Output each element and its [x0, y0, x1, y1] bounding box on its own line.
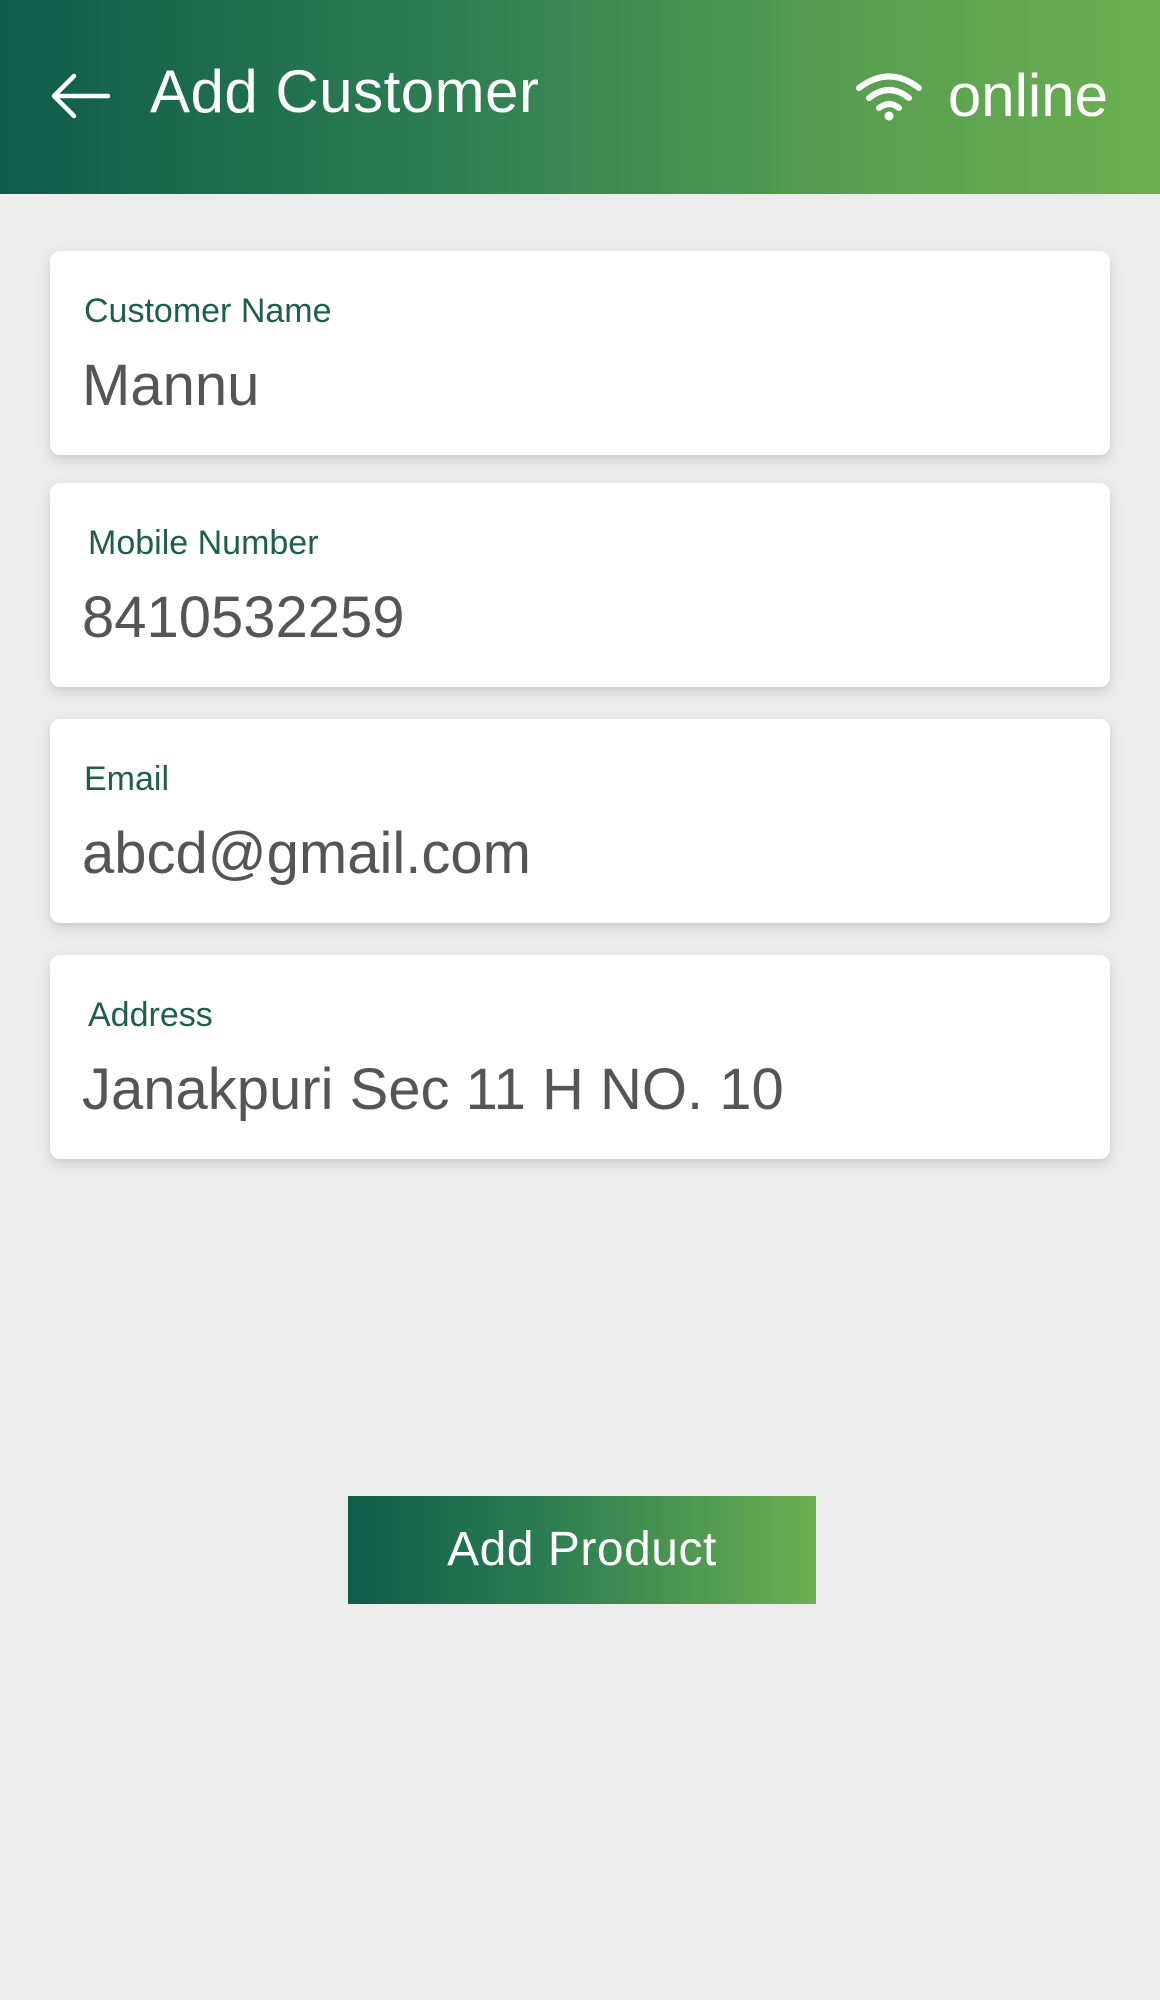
customer-name-card[interactable]: Customer Name Mannu: [50, 251, 1110, 455]
email-label: Email: [84, 760, 170, 798]
email-card[interactable]: Email abcd@gmail.com: [50, 719, 1110, 923]
customer-name-input[interactable]: Mannu: [82, 351, 1072, 421]
add-product-button[interactable]: Add Product: [348, 1496, 816, 1604]
connection-status: online: [855, 60, 1108, 132]
status-text: online: [947, 62, 1108, 129]
arrow-left-icon: [51, 73, 111, 119]
app-bar: Add Customer online: [0, 0, 1160, 194]
mobile-number-label: Mobile Number: [88, 524, 319, 562]
address-input[interactable]: Janakpuri Sec 11 H NO. 10: [82, 1055, 1072, 1125]
email-input[interactable]: abcd@gmail.com: [82, 819, 1072, 889]
page-title: Add Customer: [150, 58, 540, 125]
wifi-icon: [855, 73, 922, 121]
mobile-number-input[interactable]: 8410532259: [82, 583, 1072, 653]
address-label: Address: [88, 996, 213, 1034]
address-card[interactable]: Address Janakpuri Sec 11 H NO. 10: [50, 955, 1110, 1159]
back-button[interactable]: [44, 60, 116, 132]
customer-name-label: Customer Name: [84, 292, 332, 330]
mobile-number-card[interactable]: Mobile Number 8410532259: [50, 483, 1110, 687]
